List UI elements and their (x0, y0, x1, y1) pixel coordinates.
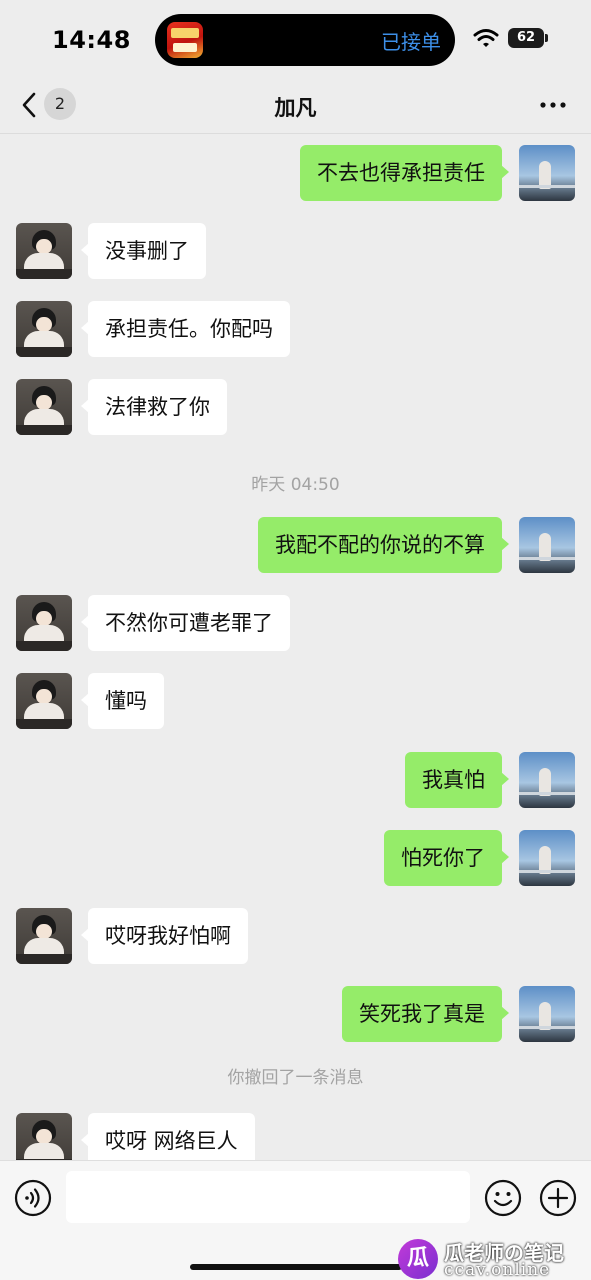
chat-header: 2 加凡 (0, 80, 591, 134)
wifi-icon (473, 29, 499, 47)
plus-icon[interactable] (539, 1179, 577, 1217)
my-avatar[interactable] (519, 830, 575, 886)
watermark: 瓜 瓜老师の笔记 ccav.online (398, 1237, 584, 1280)
message-bubble-outgoing[interactable]: 我配不配的你说的不算 (258, 517, 509, 573)
message-input[interactable] (66, 1171, 470, 1223)
my-avatar[interactable] (519, 986, 575, 1042)
battery-icon: 62 (508, 28, 548, 48)
contact-avatar[interactable] (16, 379, 72, 435)
timestamp-divider: 昨天 04:50 (251, 475, 340, 495)
message-bubble-incoming[interactable]: 承担责任。你配吗 (81, 301, 290, 357)
voice-icon[interactable] (14, 1179, 52, 1217)
home-indicator[interactable] (190, 1264, 402, 1270)
recall-notice: 你撤回了一条消息 (227, 1068, 364, 1088)
contact-avatar[interactable] (16, 908, 72, 964)
island-order-status: 已接单 (381, 30, 441, 54)
message-bubble-incoming[interactable]: 法律救了你 (81, 379, 227, 435)
watermark-url: ccav.online (444, 1260, 551, 1280)
message-bubble-incoming[interactable]: 哎呀 网络巨人 (81, 1113, 255, 1160)
emoji-icon[interactable] (484, 1179, 522, 1217)
my-avatar[interactable] (519, 145, 575, 201)
my-avatar[interactable] (519, 752, 575, 808)
contact-avatar[interactable] (16, 301, 72, 357)
message-bubble-outgoing[interactable]: 怕死你了 (384, 830, 509, 886)
contact-avatar[interactable] (16, 595, 72, 651)
contact-avatar[interactable] (16, 1113, 72, 1160)
my-avatar[interactable] (519, 517, 575, 573)
battery-level: 62 (508, 28, 544, 48)
message-bubble-outgoing[interactable]: 笑死我了真是 (342, 986, 509, 1042)
message-bubble-incoming[interactable]: 不然你可遭老罪了 (81, 595, 290, 651)
more-dots-icon[interactable] (540, 102, 566, 108)
contact-avatar[interactable] (16, 223, 72, 279)
status-bar: 14:48 已接单 62 (0, 0, 591, 80)
shopping-app-icon (167, 22, 203, 58)
status-time: 14:48 (52, 26, 131, 54)
message-bubble-incoming[interactable]: 哎呀我好怕啊 (81, 908, 248, 964)
chat-title: 加凡 (274, 96, 317, 120)
message-list[interactable]: 不去也得承担责任 没事删了 承担责任。你配吗 法律救了你 昨天 04:50 我配… (0, 135, 591, 1160)
input-bar: 瓜 瓜老师の笔记 ccav.online (0, 1160, 591, 1280)
contact-avatar[interactable] (16, 673, 72, 729)
message-bubble-incoming[interactable]: 懂吗 (81, 673, 164, 729)
watermark-logo: 瓜 (398, 1239, 438, 1279)
message-bubble-outgoing[interactable]: 我真怕 (405, 752, 509, 808)
message-bubble-outgoing[interactable]: 不去也得承担责任 (300, 145, 509, 201)
dynamic-island[interactable]: 已接单 (155, 14, 455, 66)
message-bubble-incoming[interactable]: 没事删了 (81, 223, 206, 279)
